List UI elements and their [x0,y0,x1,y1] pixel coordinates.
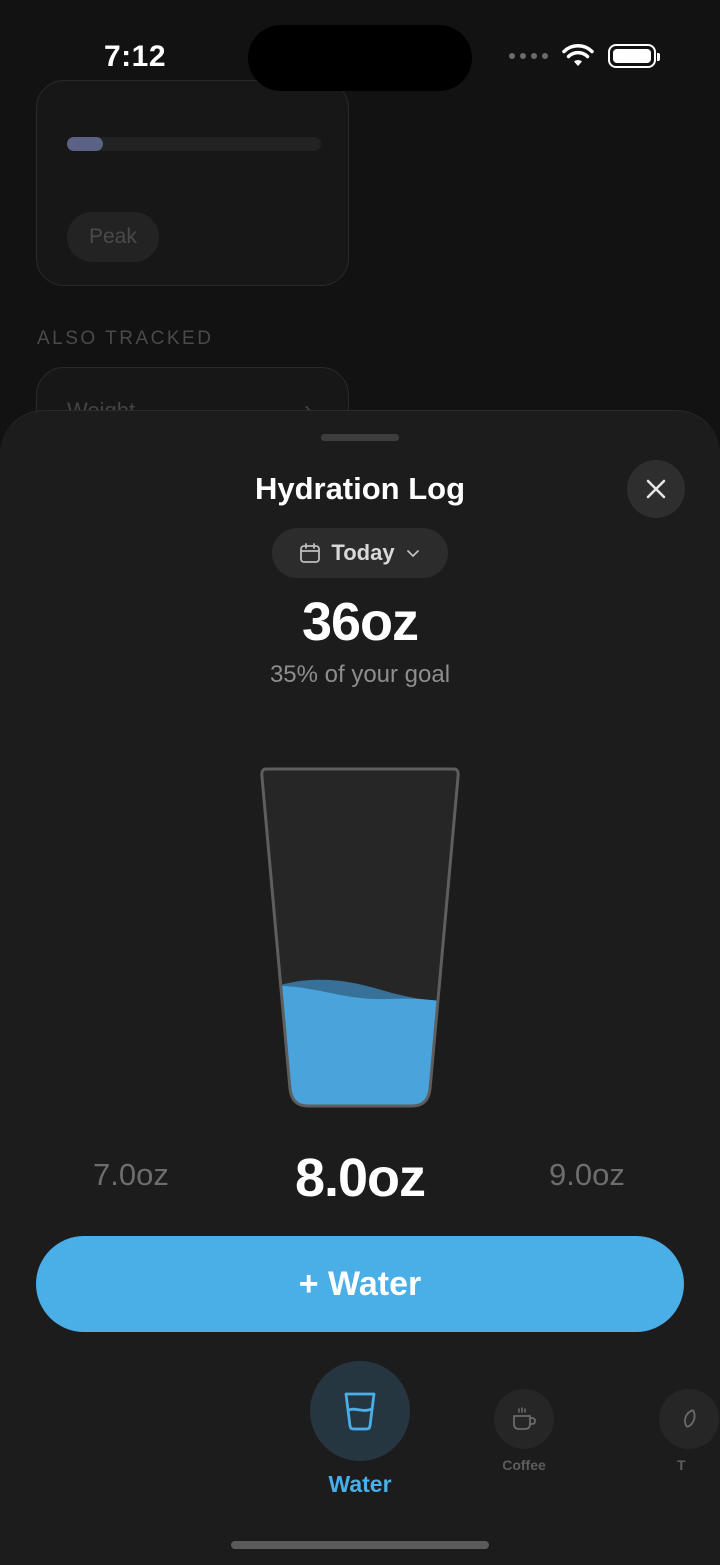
date-filter-label: Today [331,540,395,565]
background-card: Peak [36,80,349,286]
hydration-log-sheet: Hydration Log Today 36oz 35% of your goa… [0,410,720,1565]
sheet-title: Hydration Log [254,471,466,506]
status-time: 7:12 [104,40,167,73]
drink-option-tea[interactable]: T [659,1389,720,1473]
water-glass-icon [344,1392,376,1431]
calendar-icon [300,543,321,563]
status-bar: 7:12 [0,0,720,110]
goal-progress-text: 35% of your goal [269,661,451,688]
sheet-grabber[interactable] [321,434,399,441]
drink-option-water-label: Water [328,1471,392,1497]
close-icon [646,479,666,499]
drink-option-coffee-label: Coffee [502,1457,546,1473]
water-front-wave [261,985,459,1106]
background-section-title: ALSO TRACKED [37,328,214,349]
status-icons [509,44,660,68]
drink-type-picker: Water Coffee T [0,1361,720,1511]
wifi-icon [562,44,594,66]
background-progress-bar [67,137,321,151]
daily-total: 36oz [301,592,419,652]
signal-icon [509,53,548,59]
drink-option-water[interactable]: Water [300,1361,420,1498]
drink-option-tea-label: T [677,1457,686,1473]
drink-option-coffee[interactable]: Coffee [484,1389,564,1473]
close-button[interactable] [627,460,685,518]
add-water-button[interactable]: + Water [36,1236,684,1332]
dynamic-island [248,25,472,91]
chevron-down-icon [406,550,419,557]
battery-icon [608,44,660,68]
date-filter-button[interactable]: Today [272,528,448,578]
amount-option-next[interactable]: 9.0oz [549,1157,625,1193]
tea-icon [684,1409,696,1428]
background-chip: Peak [67,212,159,262]
coffee-cup-icon [513,1407,536,1430]
water-glass-illustration [260,767,460,1108]
amount-picker[interactable]: 7.0oz 8.0oz 9.0oz [0,1147,720,1217]
home-indicator[interactable] [231,1541,489,1549]
